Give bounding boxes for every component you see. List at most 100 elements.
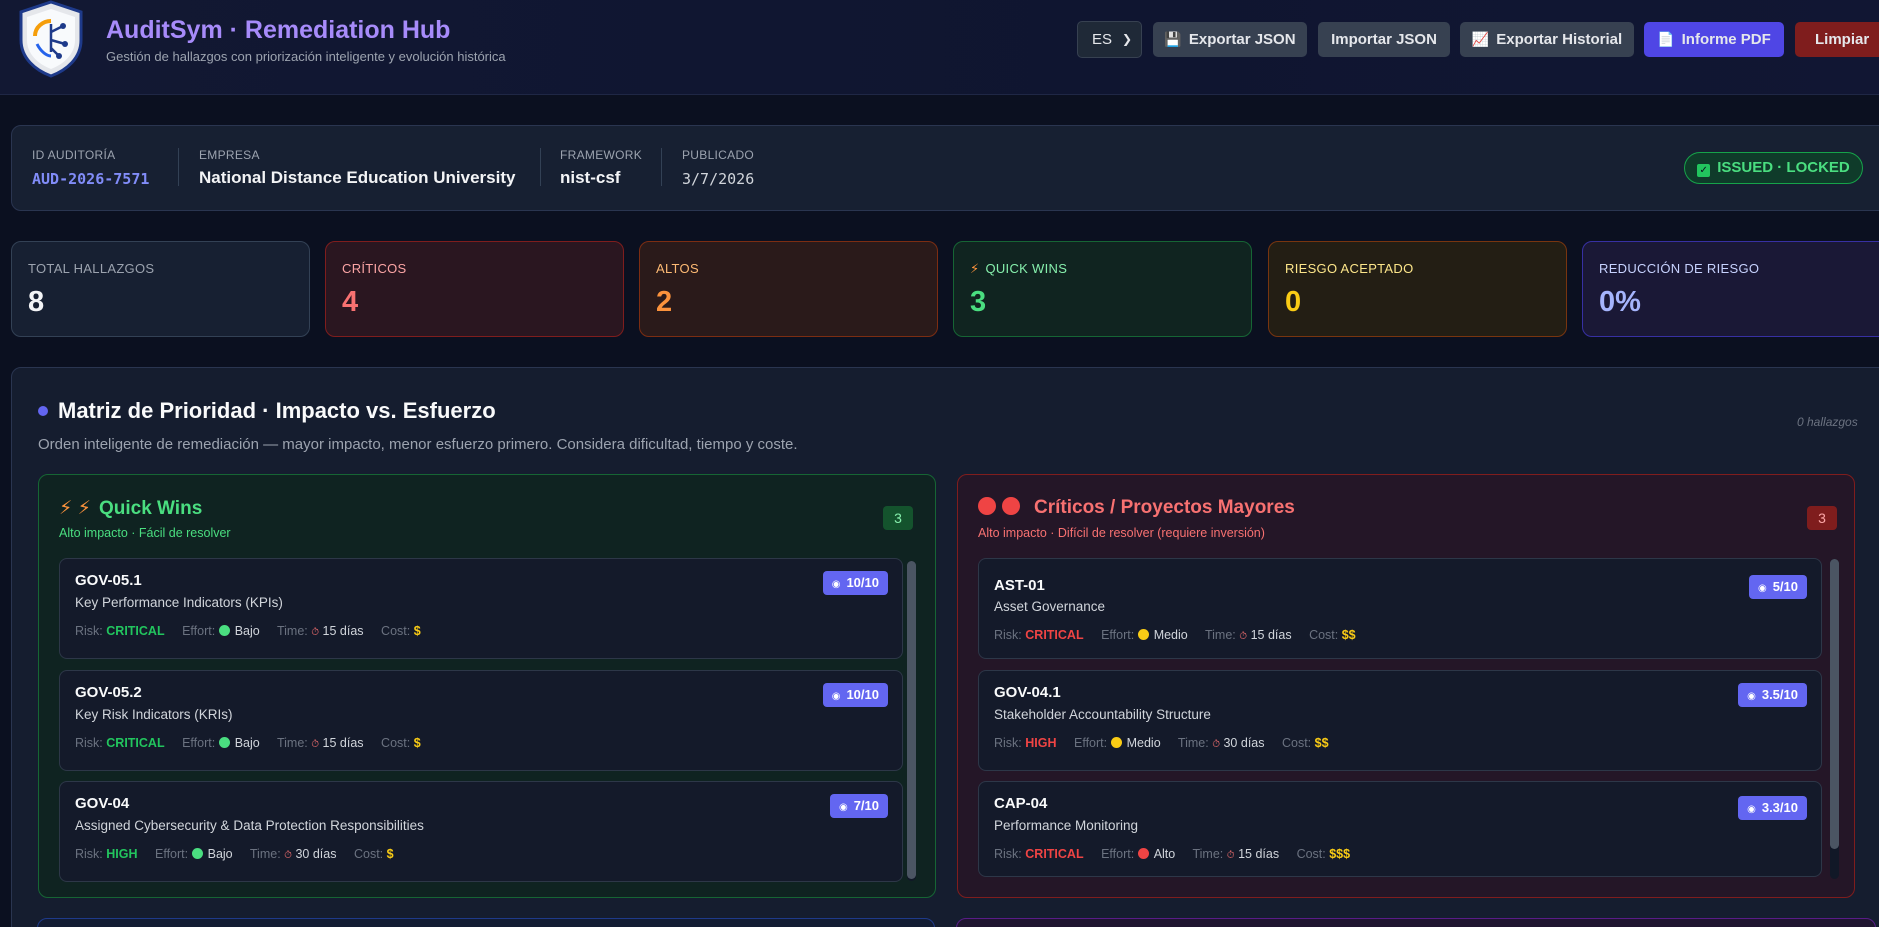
quadrant-panel: [37, 918, 935, 927]
chevron-down-icon: ❯: [1121, 32, 1132, 46]
export-history-label: Exportar Historial: [1496, 31, 1623, 48]
finding-id: CAP-04: [994, 795, 1048, 812]
effort-low-icon: [218, 625, 230, 636]
finding-card[interactable]: AST-01 Asset Governance Risk: CRITICAL E…: [978, 558, 1822, 659]
critical-projects-quadrant: Críticos / Proyectos Mayores Alto impact…: [957, 474, 1855, 898]
effort-high-icon: [1137, 848, 1149, 859]
kpi-value: 0: [1285, 286, 1302, 318]
risk-level: HIGH: [1025, 736, 1057, 750]
finding-card[interactable]: GOV-05.1 Key Performance Indicators (KPI…: [59, 558, 903, 659]
kpi-label: CRÍTICOS: [342, 261, 407, 276]
scrollbar-thumb[interactable]: [907, 561, 916, 879]
top-bar: AuditSym · Remediation Hub Gestión de ha…: [0, 0, 1879, 95]
priority-score-badge: ◉ 3.3/10: [1738, 796, 1807, 820]
priority-score-badge: ◉ 10/10: [822, 683, 888, 707]
scrollbar-thumb[interactable]: [1830, 559, 1839, 849]
kpi-total-findings: TOTAL HALLAZGOS 8: [11, 241, 310, 337]
pdf-report-label: Informe PDF: [1681, 31, 1771, 48]
shield-logo-icon: [19, 0, 83, 78]
matrix-title: Matriz de Prioridad · Impacto vs. Esfuer…: [58, 398, 496, 423]
quadrant-subtitle: Alto impacto · Difícil de resolver (requ…: [978, 526, 1265, 540]
findings-count: 0 hallazgos: [1797, 415, 1858, 429]
scrollbar[interactable]: [907, 561, 916, 881]
finding-id: AST-01: [994, 577, 1045, 594]
finding-id: GOV-04: [75, 795, 130, 812]
finding-card[interactable]: GOV-04.1 Stakeholder Accountability Stru…: [978, 670, 1822, 771]
company-label: EMPRESA: [199, 148, 260, 162]
divider: [178, 148, 179, 186]
kpi-value: 0%: [1599, 286, 1641, 318]
language-value: ES: [1092, 31, 1113, 48]
finding-card[interactable]: GOV-05.2 Key Risk Indicators (KRIs) Risk…: [59, 670, 903, 771]
quadrant-panel: [956, 918, 1876, 927]
divider: [540, 148, 541, 186]
priority-score-badge: ◉ 5/10: [1748, 575, 1807, 599]
kpi-label: REDUCCIÓN DE RIESGO: [1599, 261, 1760, 276]
priority-score-badge: ◉ 3.5/10: [1738, 683, 1807, 707]
framework-field: FRAMEWORK nist-csf: [560, 148, 642, 188]
status-badge-label: ISSUED · LOCKED: [1717, 159, 1850, 176]
priority-score-badge: ◉ 10/10: [822, 571, 888, 595]
lightning-icon: ⚡: [970, 261, 980, 276]
published-value: 3/7/2026: [682, 170, 755, 188]
scrollbar[interactable]: [1830, 559, 1839, 879]
red-circle-icon: [1002, 497, 1020, 515]
kpi-value: 3: [970, 286, 987, 318]
lightning-icon: ⚡: [77, 498, 91, 519]
published-label: PUBLICADO: [682, 148, 755, 162]
priority-matrix-panel: Matriz de Prioridad · Impacto vs. Esfuer…: [11, 367, 1879, 927]
clear-button[interactable]: Limpiar: [1795, 22, 1879, 57]
stopwatch-icon: ⏱: [311, 739, 320, 750]
kpi-accepted-risk: RIESGO ACEPTADO 0: [1268, 241, 1567, 337]
finding-name: Assigned Cybersecurity & Data Protection…: [75, 818, 424, 833]
quick-wins-quadrant: ⚡ ⚡ Quick Wins Alto impacto · Fácil de re…: [38, 474, 936, 898]
import-json-button[interactable]: Importar JSON: [1318, 22, 1450, 57]
finding-name: Performance Monitoring: [994, 818, 1139, 833]
finding-name: Asset Governance: [994, 599, 1106, 614]
effort-medium-icon: [1110, 737, 1122, 748]
audit-id-value: AUD-2026-7571: [32, 170, 150, 188]
export-json-label: Exportar JSON: [1188, 31, 1296, 48]
company-field: EMPRESA National Distance Education Univ…: [199, 148, 515, 188]
export-history-button[interactable]: 📈 Exportar Historial: [1460, 22, 1634, 57]
company-value: National Distance Education University: [199, 168, 516, 187]
target-icon: ◉: [838, 802, 848, 813]
chart-icon: 📈: [1471, 31, 1490, 47]
kpi-value: 2: [656, 286, 673, 318]
lightning-icon: ⚡: [59, 498, 73, 519]
red-circle-icon: [978, 497, 996, 515]
finding-card[interactable]: GOV-04 Assigned Cybersecurity & Data Pro…: [59, 781, 903, 882]
risk-level: CRITICAL: [1025, 847, 1084, 861]
quadrant-count-badge: 3: [1807, 506, 1837, 530]
finding-card[interactable]: CAP-04 Performance Monitoring Risk: CRIT…: [978, 781, 1822, 877]
finding-meta: Risk: CRITICAL Effort: Bajo Time: ⏱ 15 d…: [75, 624, 421, 638]
stopwatch-icon: ⏱: [1226, 850, 1235, 861]
effort-low-icon: [218, 737, 230, 748]
stopwatch-icon: ⏱: [1239, 631, 1248, 642]
status-badge: ✓ ISSUED · LOCKED: [1684, 152, 1863, 184]
published-field: PUBLICADO 3/7/2026: [682, 148, 754, 188]
checkbox-icon: ✓: [1697, 164, 1711, 177]
kpi-value: 8: [28, 286, 45, 318]
finding-name: Key Risk Indicators (KRIs): [75, 707, 233, 722]
section-dot-icon: [38, 406, 48, 416]
app-subtitle: Gestión de hallazgos con priorización in…: [106, 49, 506, 64]
export-json-button[interactable]: 💾 Exportar JSON: [1153, 22, 1307, 57]
risk-level: HIGH: [106, 847, 138, 861]
language-select[interactable]: ES ❯: [1077, 21, 1142, 58]
risk-level: CRITICAL: [106, 624, 165, 638]
risk-level: CRITICAL: [106, 736, 165, 750]
finding-id: GOV-05.2: [75, 684, 142, 701]
kpi-risk-reduction: REDUCCIÓN DE RIESGO 0%: [1582, 241, 1879, 337]
risk-level: CRITICAL: [1025, 628, 1084, 642]
kpi-label: RIESGO ACEPTADO: [1285, 261, 1414, 276]
quadrant-title: ⚡ ⚡ Quick Wins: [59, 498, 203, 519]
kpi-high: ALTOS 2: [639, 241, 938, 337]
finding-meta: Risk: CRITICAL Effort: Bajo Time: ⏱ 15 d…: [75, 736, 421, 750]
finding-id: GOV-05.1: [75, 572, 142, 589]
finding-meta: Risk: HIGH Effort: Medio Time: ⏱ 30 días…: [994, 736, 1329, 750]
document-icon: 📄: [1657, 31, 1675, 47]
pdf-report-button[interactable]: 📄 Informe PDF: [1644, 22, 1784, 57]
clear-label: Limpiar: [1815, 31, 1870, 48]
audit-info-bar: ID AUDITORÍA AUD-2026-7571 EMPRESA Natio…: [11, 125, 1879, 211]
